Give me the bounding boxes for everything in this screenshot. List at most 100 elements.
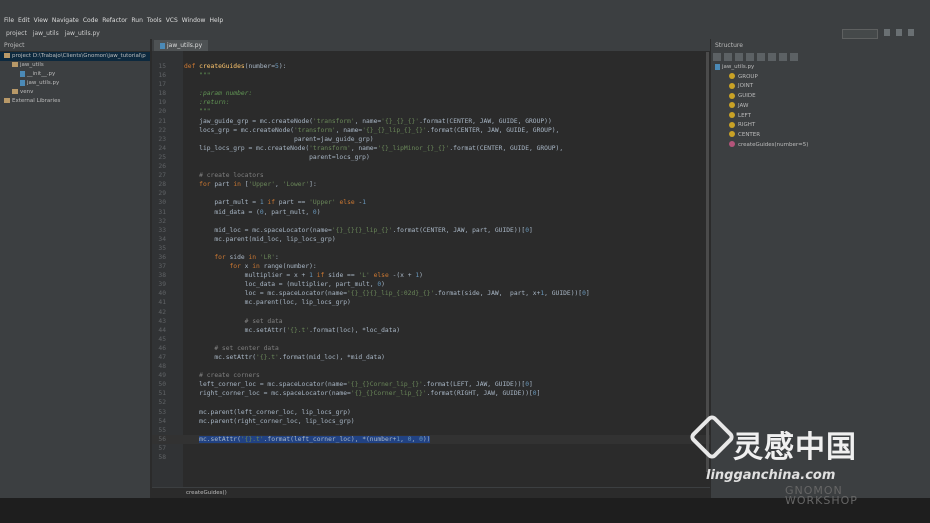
- code-line[interactable]: 54 mc.parent(right_corner_loc, lip_locs_…: [152, 417, 710, 426]
- expand-all-icon[interactable]: [757, 53, 765, 61]
- python-file-icon: [160, 42, 165, 49]
- line-number: 22: [158, 126, 166, 134]
- code-line[interactable]: 35: [152, 244, 710, 253]
- structure-item[interactable]: JOINT: [729, 82, 930, 92]
- tree-item[interactable]: __init__.py: [0, 70, 150, 79]
- line-number: 26: [158, 163, 166, 171]
- project-panel-title[interactable]: Project: [4, 42, 25, 49]
- menu-item-refactor[interactable]: Refactor: [102, 17, 127, 24]
- code-line[interactable]: 24 lip_locs_grp = mc.createNode('transfo…: [152, 144, 710, 153]
- editor-scrollbar[interactable]: [706, 52, 709, 472]
- sort-alpha-icon[interactable]: [713, 53, 721, 61]
- menu-item-window[interactable]: Window: [182, 17, 206, 24]
- run-configuration-select[interactable]: [842, 29, 878, 39]
- tree-item[interactable]: venv: [0, 88, 150, 97]
- show-methods-icon[interactable]: [735, 53, 743, 61]
- code-text: mc.parent(right_corner_loc, lip_locs_grp…: [184, 417, 355, 425]
- menu-item-vcs[interactable]: VCS: [166, 17, 178, 24]
- code-line[interactable]: 53 mc.parent(left_corner_loc, lip_locs_g…: [152, 408, 710, 417]
- structure-root[interactable]: jaw_utils.py: [715, 63, 930, 73]
- code-line[interactable]: 57: [152, 444, 710, 453]
- code-line[interactable]: 40 loc = mc.spaceLocator(name='{}_{}{}_l…: [152, 289, 710, 298]
- code-line[interactable]: 15 def createGuides(number=5):: [152, 62, 710, 71]
- tab-jaw-utils[interactable]: jaw_utils.py: [154, 40, 209, 51]
- code-line[interactable]: 21 jaw_guide_grp = mc.createNode('transf…: [152, 117, 710, 126]
- structure-item[interactable]: GROUP: [729, 73, 930, 83]
- code-view[interactable]: 15 def createGuides(number=5): 16 """ 17 18 …: [152, 62, 710, 462]
- code-line[interactable]: 45: [152, 335, 710, 344]
- code-line[interactable]: 51 right_corner_loc = mc.spaceLocator(na…: [152, 389, 710, 398]
- code-line[interactable]: 36 for side in 'LR':: [152, 253, 710, 262]
- code-text: mid_data = (0, part_mult, 0): [184, 208, 321, 216]
- code-line[interactable]: 47 mc.setAttr('{}.t'.format(mid_loc), *m…: [152, 353, 710, 362]
- structure-item-label: JOINT: [738, 83, 754, 90]
- collapse-all-icon[interactable]: [768, 53, 776, 61]
- menu-item-tools[interactable]: Tools: [147, 17, 162, 24]
- code-line[interactable]: 16 """: [152, 71, 710, 80]
- code-line[interactable]: 28 for part in ['Upper', 'Lower']:: [152, 180, 710, 189]
- tree-item[interactable]: jaw_utils: [0, 61, 150, 70]
- tree-item[interactable]: External Libraries: [0, 97, 150, 106]
- menu-item-help[interactable]: Help: [209, 17, 223, 24]
- line-number: 25: [158, 153, 166, 161]
- menu-item-edit[interactable]: Edit: [18, 17, 30, 24]
- line-number: 42: [158, 308, 166, 316]
- code-line[interactable]: 44 mc.setAttr('{}.t'.format(loc), *loc_d…: [152, 326, 710, 335]
- structure-item[interactable]: CENTER: [729, 131, 930, 141]
- settings-icon[interactable]: [790, 53, 798, 61]
- show-inherited-icon[interactable]: [746, 53, 754, 61]
- code-line[interactable]: 29: [152, 189, 710, 198]
- code-line[interactable]: 20 """: [152, 107, 710, 116]
- debug-icon[interactable]: [896, 29, 902, 36]
- code-line[interactable]: 39 loc_data = (multiplier, part_mult, 0): [152, 280, 710, 289]
- search-icon[interactable]: [908, 29, 914, 36]
- show-fields-icon[interactable]: [724, 53, 732, 61]
- structure-item[interactable]: JAW: [729, 102, 930, 112]
- menu-item-navigate[interactable]: Navigate: [52, 17, 79, 24]
- run-icon[interactable]: [884, 29, 890, 36]
- code-line[interactable]: 49 # create corners: [152, 371, 710, 380]
- code-line[interactable]: 23 parent=jaw_guide_grp): [152, 135, 710, 144]
- structure-item[interactable]: GUIDE: [729, 92, 930, 102]
- line-number: 27: [158, 172, 166, 180]
- code-line[interactable]: 56 mc.setAttr('{}.t'.format(left_corner_…: [152, 434, 710, 444]
- code-line[interactable]: 26: [152, 162, 710, 171]
- code-line[interactable]: 17: [152, 80, 710, 89]
- code-line[interactable]: 58: [152, 453, 710, 462]
- code-line[interactable]: 48: [152, 362, 710, 371]
- code-line[interactable]: 38 multiplier = x + 1 if side == 'L' els…: [152, 271, 710, 280]
- code-line[interactable]: 18 :param number:: [152, 89, 710, 98]
- code-line[interactable]: 37 for x in range(number):: [152, 262, 710, 271]
- code-line[interactable]: 46 # set center data: [152, 344, 710, 353]
- code-line[interactable]: 55: [152, 426, 710, 435]
- menu-item-code[interactable]: Code: [83, 17, 98, 24]
- code-line[interactable]: 22 locs_grp = mc.createNode('transform',…: [152, 126, 710, 135]
- tree-item[interactable]: jaw_utils.py: [0, 79, 150, 88]
- menu-item-view[interactable]: View: [34, 17, 48, 24]
- breadcrumb-item-project[interactable]: project: [6, 30, 27, 37]
- menu-item-file[interactable]: File: [4, 17, 14, 24]
- code-line[interactable]: 27 # create locators: [152, 171, 710, 180]
- code-line[interactable]: 25 parent=locs_grp): [152, 153, 710, 162]
- menu-item-run[interactable]: Run: [131, 17, 143, 24]
- structure-item[interactable]: createGuides(number=5): [729, 141, 930, 151]
- structure-item[interactable]: RIGHT: [729, 121, 930, 131]
- autoscroll-icon[interactable]: [779, 53, 787, 61]
- code-line[interactable]: 32: [152, 217, 710, 226]
- code-line[interactable]: 31 mid_data = (0, part_mult, 0): [152, 208, 710, 217]
- code-line[interactable]: 52: [152, 398, 710, 407]
- code-line[interactable]: 19 :return:: [152, 98, 710, 107]
- code-line[interactable]: 42: [152, 308, 710, 317]
- tree-item[interactable]: project D:\Trabajo\Clients\Gnomon\jaw_tu…: [0, 52, 150, 61]
- code-line[interactable]: 34 mc.parent(mid_loc, lip_locs_grp): [152, 235, 710, 244]
- code-line[interactable]: 43 # set data: [152, 317, 710, 326]
- breadcrumb-item-file[interactable]: jaw_utils.py: [65, 30, 100, 37]
- breadcrumb-status[interactable]: createGuides(): [152, 487, 710, 497]
- code-line[interactable]: 50 left_corner_loc = mc.spaceLocator(nam…: [152, 380, 710, 389]
- code-text: parent=jaw_guide_grp): [184, 135, 374, 143]
- breadcrumb-item-folder[interactable]: jaw_utils: [33, 30, 59, 37]
- structure-item[interactable]: LEFT: [729, 112, 930, 122]
- code-line[interactable]: 30 part_mult = 1 if part == 'Upper' else…: [152, 198, 710, 207]
- code-line[interactable]: 33 mid_loc = mc.spaceLocator(name='{}_{}…: [152, 226, 710, 235]
- code-line[interactable]: 41 mc.parent(loc, lip_locs_grp): [152, 298, 710, 307]
